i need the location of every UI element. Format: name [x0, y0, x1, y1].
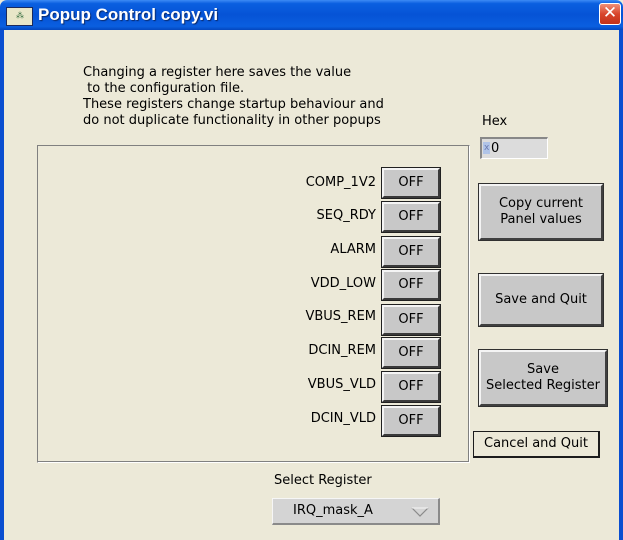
select-register-value: IRQ_mask_A	[293, 503, 373, 518]
window-frame-left	[0, 30, 4, 540]
close-icon[interactable]: ✕	[599, 3, 621, 25]
hex-value: 0	[491, 141, 500, 156]
register-label: VBUS_REM	[305, 309, 376, 324]
register-toggle-comp-1v2[interactable]: OFF	[381, 167, 441, 199]
register-label: COMP_1V2	[305, 175, 376, 190]
register-toggle-vbus-vld[interactable]: OFF	[381, 371, 441, 403]
cancel-and-quit-button[interactable]: Cancel and Quit	[473, 431, 600, 458]
copy-button-line: Copy current	[498, 196, 583, 211]
register-label: SEQ_RDY	[316, 208, 376, 223]
register-toggle-seq-rdy[interactable]: OFF	[381, 201, 441, 233]
instructions-line: Changing a register here saves the value	[83, 65, 352, 80]
title-bar: ⁂ Popup Control copy.vi ✕	[0, 0, 623, 30]
register-label: DCIN_VLD	[310, 411, 376, 426]
hex-field[interactable]: x 0	[480, 137, 548, 159]
instructions-line: do not duplicate functionality in other …	[83, 113, 381, 128]
save-selected-line: Save	[527, 362, 559, 377]
instructions-text: Changing a register here saves the value…	[83, 65, 384, 129]
register-toggle-alarm[interactable]: OFF	[381, 236, 441, 268]
register-toggle-vdd-low[interactable]: OFF	[381, 269, 441, 301]
hex-label: Hex	[482, 114, 508, 129]
copy-button-line: Panel values	[500, 212, 582, 227]
app-icon[interactable]: ⁂	[6, 7, 33, 26]
save-selected-line: Selected Register	[485, 378, 600, 393]
instructions-line: These registers change startup behaviour…	[83, 97, 384, 112]
register-label: VBUS_VLD	[307, 377, 376, 392]
instructions-line: to the configuration file.	[83, 81, 245, 96]
register-toggle-vbus-rem[interactable]: OFF	[381, 304, 441, 336]
save-selected-register-button[interactable]: Save Selected Register	[478, 349, 608, 407]
register-label: ALARM	[330, 242, 376, 257]
window-frame-right	[619, 30, 623, 540]
select-register-dropdown[interactable]: IRQ_mask_A	[272, 498, 440, 525]
register-label: VDD_LOW	[310, 276, 376, 291]
save-and-quit-button[interactable]: Save and Quit	[478, 273, 604, 327]
register-label: DCIN_REM	[308, 343, 376, 358]
copy-panel-values-button[interactable]: Copy current Panel values	[478, 183, 604, 241]
save-and-quit-label: Save and Quit	[495, 292, 587, 307]
dropdown-arrow-icon[interactable]	[411, 507, 429, 517]
select-register-label: Select Register	[274, 473, 372, 488]
window-title: Popup Control copy.vi	[38, 5, 219, 24]
register-toggle-dcin-vld[interactable]: OFF	[381, 405, 441, 437]
hex-radix-indicator[interactable]: x	[483, 142, 491, 154]
register-toggle-dcin-rem[interactable]: OFF	[381, 337, 441, 369]
